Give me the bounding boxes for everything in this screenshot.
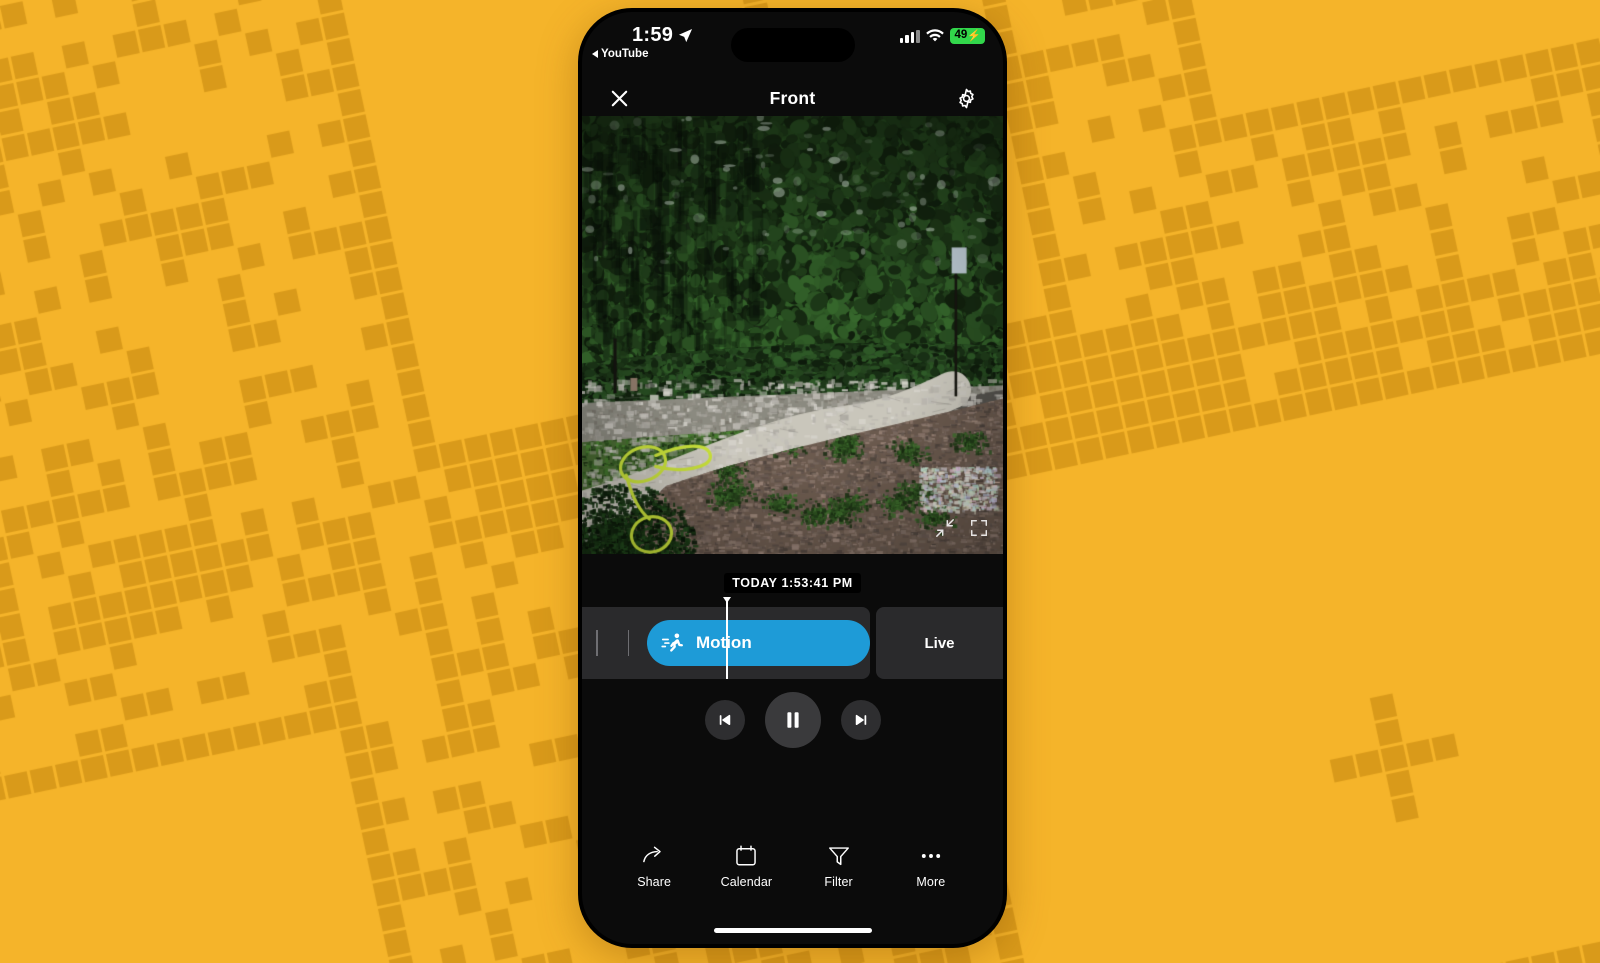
toolbar-item-calendar[interactable]: Calendar [707,844,785,889]
status-bar: 1:59 YouTube 49 ⚡ [582,12,1003,74]
toolbar-item-more[interactable]: More [892,844,970,889]
camera-video-feed[interactable] [582,116,1003,554]
battery-indicator: 49 ⚡ [949,28,985,44]
running-person-icon [661,631,685,655]
location-arrow-icon [678,28,693,43]
share-arrow-icon [642,844,666,868]
gear-icon[interactable] [951,83,981,113]
charging-bolt-icon: ⚡ [967,29,981,42]
toolbar-label-filter: Filter [824,875,853,889]
page-title: Front [769,87,816,108]
battery-level: 49 [954,29,968,42]
timestamp-row: TODAY 1:53:41 PM [582,554,1003,612]
wifi-icon [925,29,944,43]
status-bar-time: 1:59 [632,24,674,46]
dynamic-island [730,28,855,62]
ellipsis-icon [919,844,943,868]
signal-bars-icon [899,29,920,43]
timeline-recorded-segment[interactable]: Motion [582,597,870,679]
toolbar-label-calendar: Calendar [720,875,773,889]
funnel-icon [827,844,851,868]
back-app-label: YouTube [601,48,649,60]
skip-next-icon[interactable] [840,700,881,740]
skip-previous-icon[interactable] [704,700,745,740]
live-label: Live [924,634,955,652]
shrink-arrows-icon[interactable] [935,518,955,538]
bottom-toolbar: Share Calendar Filter More [582,844,1003,910]
toolbar-label-more: More [916,875,946,889]
video-overlay-icons [935,518,989,538]
back-to-app-button[interactable]: YouTube [592,48,648,60]
expand-frame-icon[interactable] [969,518,989,538]
toolbar-label-share: Share [637,875,672,889]
pause-icon[interactable] [764,692,821,748]
phone-device-frame: 1:59 YouTube 49 ⚡ Front TODAY 1:53:41 PM… [578,8,1007,948]
motion-chip-label: Motion [696,633,752,652]
toolbar-item-filter[interactable]: Filter [800,844,878,889]
phone-screen: 1:59 YouTube 49 ⚡ Front TODAY 1:53:41 PM… [582,12,1003,944]
timeline-tick-marks [596,630,629,656]
toolbar-item-share[interactable]: Share [615,844,693,889]
close-icon[interactable] [604,83,634,113]
motion-event-chip[interactable]: Motion [647,620,870,666]
playback-controls [582,692,1003,748]
calendar-icon [734,844,758,868]
back-triangle-icon [592,50,598,58]
event-timeline[interactable]: Motion Live [582,597,1003,679]
status-bar-indicators: 49 ⚡ [899,28,985,44]
home-indicator[interactable] [713,928,872,933]
app-header: Front [582,74,1003,122]
status-bar-time-group: 1:59 [632,24,693,47]
recording-timestamp: TODAY 1:53:41 PM [724,573,861,593]
timeline-live-segment[interactable]: Live [876,607,1003,679]
